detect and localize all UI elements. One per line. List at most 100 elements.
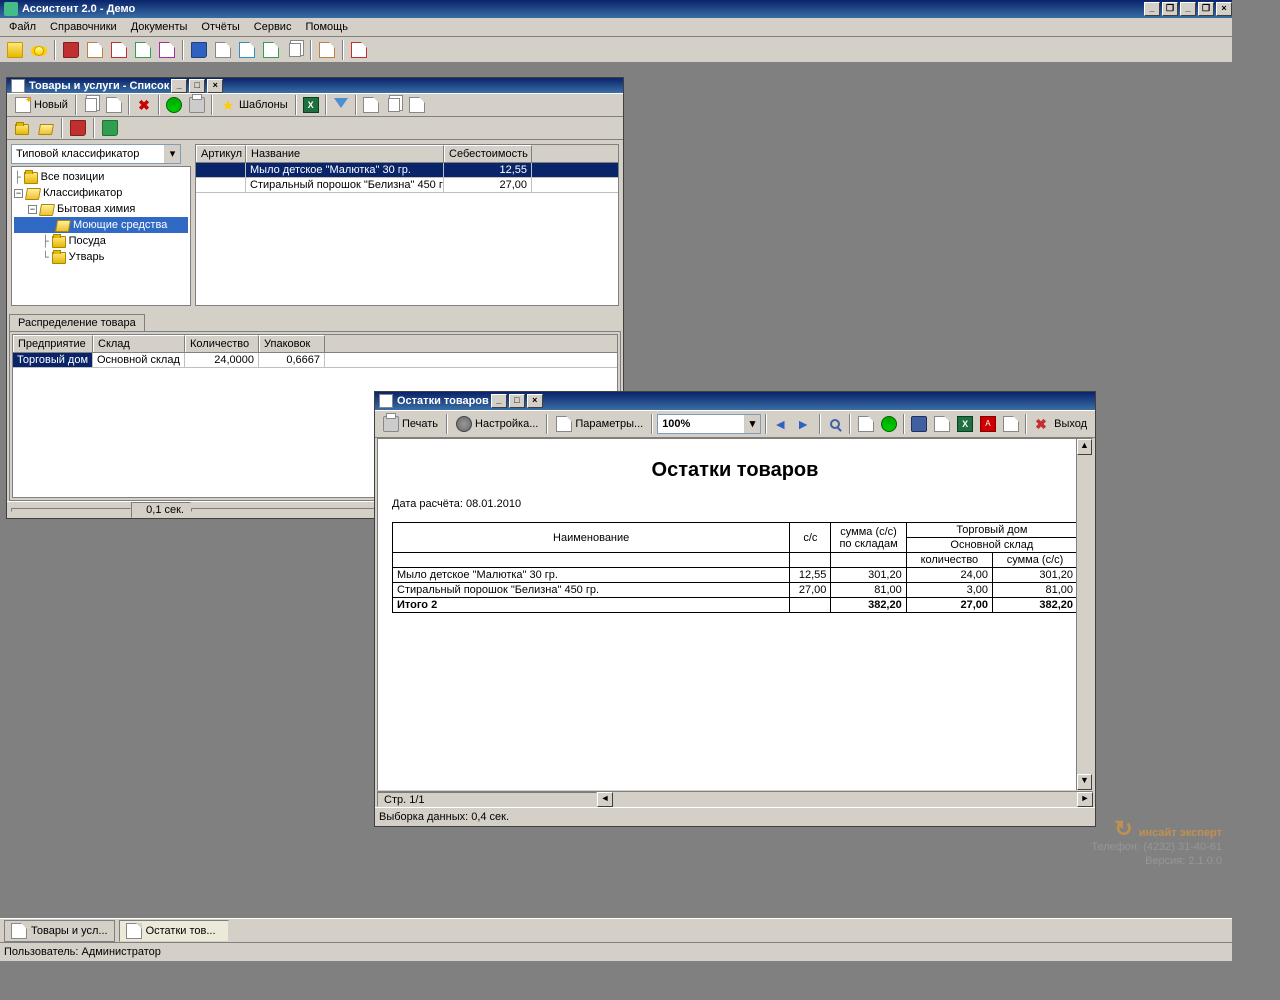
copybook-button[interactable] [99, 117, 121, 139]
win2-minimize-button[interactable]: _ [491, 394, 507, 408]
menu-help[interactable]: Помощь [298, 19, 355, 35]
folder-open-button[interactable] [35, 117, 57, 139]
win2-close-button[interactable]: × [527, 394, 543, 408]
menu-documents[interactable]: Документы [124, 19, 195, 35]
tb-open-icon[interactable] [4, 39, 26, 61]
win1-maximize-button[interactable]: □ [189, 79, 205, 93]
tb-doc3-icon[interactable] [132, 39, 154, 61]
classifier-combo[interactable]: Типовой классификатор ▾ [11, 144, 181, 164]
tb-doc1-icon[interactable] [84, 39, 106, 61]
report-viewport[interactable]: ▲ ▼ Остатки товаров Дата расчёта: 08.01.… [377, 438, 1093, 791]
tb-book-blue-icon[interactable] [188, 39, 210, 61]
menu-file[interactable]: Файл [2, 19, 43, 35]
taskbar-button-stock[interactable]: Остатки тов... [119, 920, 229, 942]
excel-button[interactable]: X [300, 94, 322, 116]
brand-logo-icon: ↻ инсайт эксперт [1091, 822, 1222, 840]
menu-service[interactable]: Сервис [247, 19, 299, 35]
win2-maximize-button[interactable]: □ [509, 394, 525, 408]
tree-node-chem[interactable]: Бытовая химия [57, 203, 135, 215]
mdi-minimize-button[interactable]: _ [1180, 2, 1196, 16]
new-button[interactable]: Новый [11, 95, 72, 115]
templates-button[interactable]: ★Шаблоны [216, 95, 292, 115]
grid-row[interactable]: Стиральный порошок "Белизна" 450 гр. 27,… [196, 178, 618, 193]
report-hscrollbar[interactable]: Стр. 1/1 ◄ ► [377, 791, 1093, 807]
win1-minimize-button[interactable]: _ [171, 79, 187, 93]
close-button[interactable]: × [1216, 2, 1232, 16]
copy-button[interactable] [80, 94, 102, 116]
edit-button[interactable] [103, 94, 125, 116]
col-name[interactable]: Название [246, 145, 444, 162]
prev-page-button[interactable]: ◄ [771, 413, 792, 435]
taskbar: Товары и усл... Остатки тов... [0, 918, 1232, 942]
col-org[interactable]: Предприятие [13, 335, 93, 352]
print-button[interactable] [186, 94, 208, 116]
params-button[interactable]: Параметры... [552, 414, 647, 434]
tree-node-detergents[interactable]: Моющие средства [73, 219, 167, 231]
tb-doc7-icon[interactable] [260, 39, 282, 61]
classifier-tree[interactable]: ├Все позиции −Классификатор −Бытовая хим… [11, 166, 191, 306]
tree-node-dishes[interactable]: Посуда [69, 235, 106, 247]
tb-doc9-icon[interactable] [348, 39, 370, 61]
tree-node-utensils[interactable]: Утварь [69, 251, 105, 263]
tb-doc6-icon[interactable] [236, 39, 258, 61]
tree-expander-icon[interactable]: − [28, 205, 37, 214]
next-page-button[interactable]: ► [794, 413, 815, 435]
tb-book-red-icon[interactable] [60, 39, 82, 61]
settings-button[interactable]: Настройка... [452, 414, 542, 434]
products-grid[interactable]: Артикул Название Себестоимость Мыло детс… [195, 144, 619, 306]
col-qty[interactable]: Количество [185, 335, 259, 352]
report-vscrollbar[interactable]: ▲ ▼ [1076, 439, 1092, 790]
folder-new-button[interactable] [11, 117, 33, 139]
col-warehouse[interactable]: Склад [93, 335, 185, 352]
export-other-button[interactable] [1000, 413, 1021, 435]
delete-button[interactable]: ✖ [133, 94, 155, 116]
grid-row[interactable]: Мыло детское "Малютка" 30 гр. 12,55 [196, 163, 618, 178]
refresh-button[interactable] [163, 94, 185, 116]
tree-expander-icon[interactable]: − [14, 189, 23, 198]
layout3-button[interactable] [406, 94, 428, 116]
restore-button[interactable]: ❐ [1162, 2, 1178, 16]
tb-people-icon[interactable] [28, 39, 50, 61]
taskbar-button-products[interactable]: Товары и усл... [4, 920, 115, 942]
menu-references[interactable]: Справочники [43, 19, 124, 35]
tb-doc5-icon[interactable] [212, 39, 234, 61]
page-indicator: Стр. 1/1 [377, 792, 597, 807]
scroll-down-button[interactable]: ▼ [1077, 774, 1092, 790]
export-pdf-button[interactable]: A [977, 413, 998, 435]
col-article[interactable]: Артикул [196, 145, 246, 162]
filter-button[interactable] [330, 94, 352, 116]
tb-doc8-icon[interactable] [316, 39, 338, 61]
edit-report-button[interactable] [855, 413, 876, 435]
win1-close-button[interactable]: × [207, 79, 223, 93]
layout2-button[interactable] [383, 94, 405, 116]
window-stock-titlebar[interactable]: Остатки товаров _ □ × [375, 392, 1095, 410]
zoom-combo[interactable]: 100%▾ [657, 414, 761, 434]
mdi-restore-button[interactable]: ❐ [1198, 2, 1214, 16]
find-button[interactable] [825, 413, 846, 435]
minimize-button[interactable]: _ [1144, 2, 1160, 16]
refresh-report-button[interactable] [878, 413, 899, 435]
scroll-up-button[interactable]: ▲ [1077, 439, 1092, 455]
grid-row[interactable]: Торговый дом Основной склад 24,0000 0,66… [13, 353, 617, 368]
tb-docs-icon[interactable] [284, 39, 306, 61]
export-excel-button[interactable]: X [955, 413, 976, 435]
save-button[interactable] [909, 413, 930, 435]
export-doc-button[interactable] [932, 413, 953, 435]
hscroll-left-button[interactable]: ◄ [597, 792, 613, 807]
tree-node-all[interactable]: Все позиции [41, 171, 105, 183]
print-button[interactable]: Печать [379, 414, 442, 434]
hscroll-right-button[interactable]: ► [1077, 792, 1093, 807]
col-packs[interactable]: Упаковок [259, 335, 325, 352]
zoom-arrow-icon[interactable]: ▾ [744, 415, 760, 433]
tab-distribution[interactable]: Распределение товара [9, 314, 145, 331]
window-products-titlebar[interactable]: Товары и услуги - Список _ □ × [7, 78, 623, 93]
layout1-button[interactable] [360, 94, 382, 116]
combo-arrow-icon[interactable]: ▾ [164, 145, 180, 163]
tb-doc4-icon[interactable] [156, 39, 178, 61]
menu-reports[interactable]: Отчёты [194, 19, 246, 35]
col-cost[interactable]: Себестоимость [444, 145, 532, 162]
tb-doc2-icon[interactable] [108, 39, 130, 61]
exit-button[interactable]: ✖Выход [1031, 414, 1091, 434]
book-button[interactable] [67, 117, 89, 139]
tree-node-classifier[interactable]: Классификатор [43, 187, 122, 199]
